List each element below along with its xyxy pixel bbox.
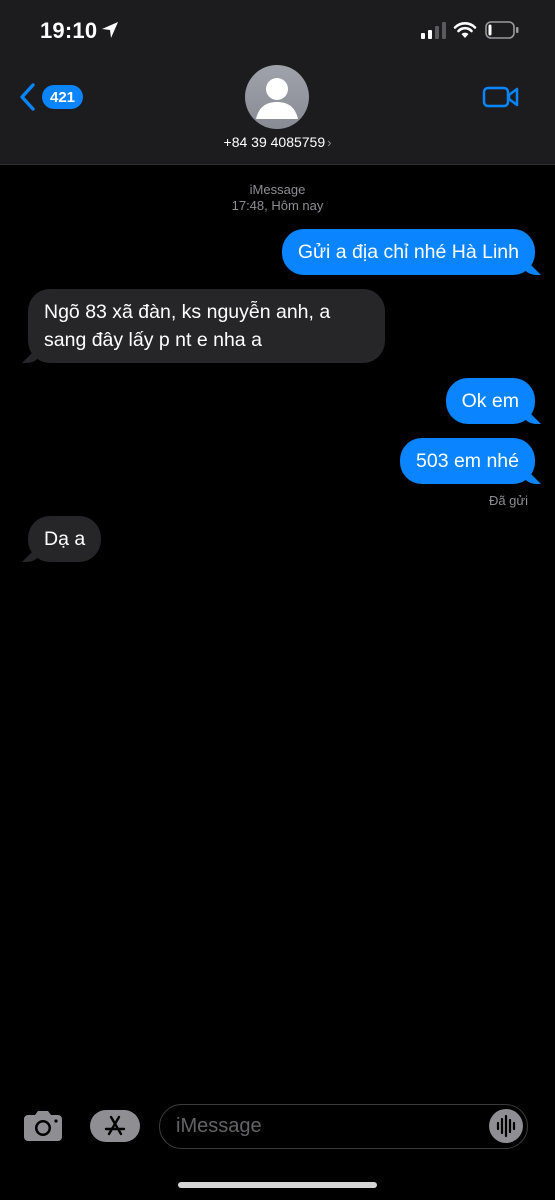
camera-icon[interactable] [23, 1110, 63, 1142]
back-button[interactable]: 421 [18, 82, 84, 112]
contact-name-button[interactable]: +84 39 4085759 › [0, 134, 555, 150]
chevron-left-icon [20, 83, 35, 111]
conversation-meta: iMessage 17:48, Hôm nay [0, 182, 555, 214]
incoming-message[interactable]: Dạ a [28, 516, 102, 562]
wifi-icon [453, 22, 477, 38]
message-input[interactable] [176, 1105, 476, 1147]
outgoing-message[interactable]: 503 em nhé [400, 438, 535, 484]
outgoing-message[interactable]: Gửi a địa chỉ nhé Hà Linh [281, 229, 535, 275]
contact-avatar[interactable] [245, 65, 309, 129]
app-store-button[interactable] [90, 1110, 140, 1142]
location-arrow-icon [102, 22, 118, 38]
audio-waveform-icon [496, 1114, 516, 1138]
app-store-icon [104, 1115, 126, 1136]
incoming-message[interactable]: Ngõ 83 xã đàn, ks nguyễn anh, a sang đây… [28, 289, 385, 363]
status-time: 19:10 [40, 18, 98, 43]
contact-name: +84 39 4085759 [223, 134, 326, 150]
message-timestamp: 17:48, Hôm nay [231, 198, 324, 213]
message-input-field[interactable] [159, 1104, 528, 1149]
navigation-header: 19:10 421 +84 39 4085759 › [0, 0, 555, 165]
cellular-signal-icon [421, 22, 446, 39]
unread-count-badge: 421 [42, 85, 84, 109]
outgoing-message[interactable]: Ok em [445, 378, 535, 424]
battery-icon [485, 21, 519, 39]
chevron-right-icon: › [327, 135, 332, 150]
person-avatar-icon [256, 78, 298, 119]
video-camera-icon[interactable] [482, 84, 520, 110]
delivery-status: Đã gửi [488, 493, 528, 508]
audio-message-button[interactable] [489, 1109, 523, 1143]
home-indicator[interactable] [178, 1182, 377, 1188]
service-label: iMessage [249, 182, 306, 197]
